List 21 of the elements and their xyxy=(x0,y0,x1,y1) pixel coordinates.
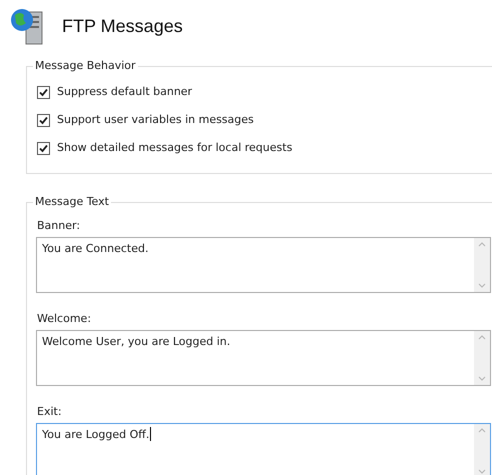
checkbox[interactable] xyxy=(37,142,50,154)
checkbox[interactable] xyxy=(37,114,50,126)
field-label: Banner: xyxy=(37,219,80,233)
scroll-up-icon[interactable] xyxy=(478,335,486,340)
text-area-field[interactable]: Welcome User, you are Logged in. xyxy=(36,330,491,386)
checkbox-label: Show detailed messages for local requests xyxy=(57,140,292,156)
group-legend: Message Text xyxy=(33,195,111,209)
scroll-down-icon[interactable] xyxy=(478,283,486,288)
field-label: Welcome: xyxy=(37,312,92,326)
group-legend: Message Behavior xyxy=(33,59,138,73)
checkbox[interactable] xyxy=(37,86,50,98)
page-title: FTP Messages xyxy=(62,16,183,36)
scroll-down-icon[interactable] xyxy=(478,376,486,381)
checkbox-label: Suppress default banner xyxy=(57,84,192,100)
scroll-up-icon[interactable] xyxy=(478,242,486,247)
text-area-field[interactable]: You are Connected. xyxy=(36,237,491,293)
field-label: Exit: xyxy=(37,405,62,419)
checkbox-label: Support user variables in messages xyxy=(57,112,254,128)
scroll-up-icon[interactable] xyxy=(478,428,486,433)
text-area-field[interactable]: You are Logged Off. xyxy=(36,423,491,475)
scroll-down-icon[interactable] xyxy=(478,469,486,474)
